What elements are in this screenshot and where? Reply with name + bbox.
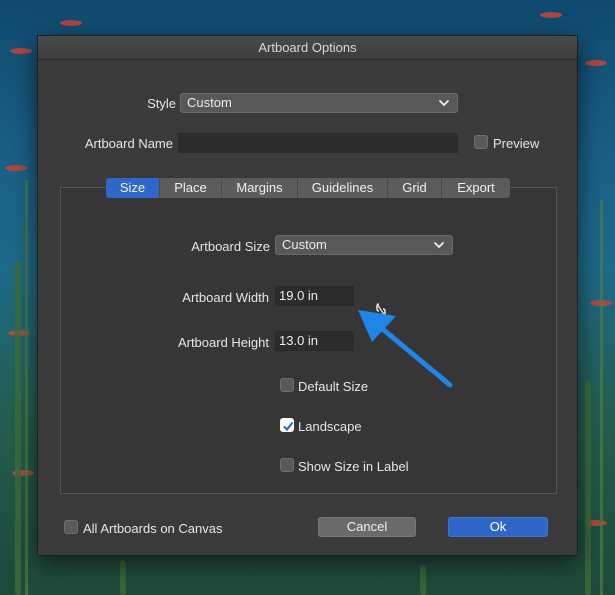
fish-decoration (60, 20, 82, 26)
artboard-width-label: Artboard Width (182, 290, 269, 305)
tab-place[interactable]: Place (160, 178, 222, 198)
show-size-checkbox[interactable] (280, 458, 294, 472)
show-size-label: Show Size in Label (298, 459, 409, 474)
seaweed-decoration (25, 180, 28, 595)
landscape-checkbox[interactable] (280, 418, 294, 432)
all-artboards-label: All Artboards on Canvas (83, 521, 223, 536)
fish-decoration (585, 60, 607, 66)
checkmark-icon (283, 421, 294, 432)
style-label: Style (147, 96, 176, 111)
style-dropdown[interactable]: Custom (180, 93, 458, 113)
tab-bar: Size Place Margins Guidelines Grid Expor… (106, 178, 510, 198)
seaweed-decoration (600, 200, 603, 595)
artboard-options-dialog: Artboard Options Style Custom Artboard N… (37, 35, 578, 556)
preview-label: Preview (493, 136, 540, 151)
artboard-size-label: Artboard Size (191, 239, 270, 254)
artboard-size-value: Custom (282, 237, 327, 252)
tab-export[interactable]: Export (442, 178, 510, 198)
fish-decoration (5, 165, 27, 171)
artboard-height-input[interactable]: 13.0 in (275, 331, 354, 351)
artboard-name-label: Artboard Name (84, 136, 173, 151)
artboard-width-input[interactable]: 19.0 in (275, 286, 354, 306)
artboard-size-dropdown[interactable]: Custom (275, 235, 453, 255)
chevron-down-icon (438, 99, 450, 107)
all-artboards-checkbox[interactable] (64, 520, 78, 534)
chevron-down-icon (433, 241, 445, 249)
style-dropdown-value: Custom (187, 95, 232, 110)
arrow-icon (358, 310, 453, 388)
kelp-decoration (15, 260, 21, 595)
landscape-label: Landscape (298, 419, 362, 434)
tab-margins[interactable]: Margins (222, 178, 298, 198)
kelp-decoration (585, 380, 591, 595)
cancel-button[interactable]: Cancel (318, 517, 416, 537)
preview-checkbox[interactable] (474, 135, 488, 149)
tab-size[interactable]: Size (106, 178, 160, 198)
fish-decoration (540, 12, 562, 18)
ok-button[interactable]: Ok (448, 517, 548, 537)
artboard-name-input[interactable] (178, 133, 458, 153)
artboard-height-label: Artboard Height (177, 335, 269, 350)
fish-decoration (10, 48, 32, 54)
dialog-title: Artboard Options (38, 36, 577, 60)
tab-guidelines[interactable]: Guidelines (298, 178, 388, 198)
kelp-decoration (120, 560, 126, 595)
default-size-checkbox[interactable] (280, 378, 294, 392)
tab-grid[interactable]: Grid (388, 178, 442, 198)
kelp-decoration (420, 565, 426, 595)
